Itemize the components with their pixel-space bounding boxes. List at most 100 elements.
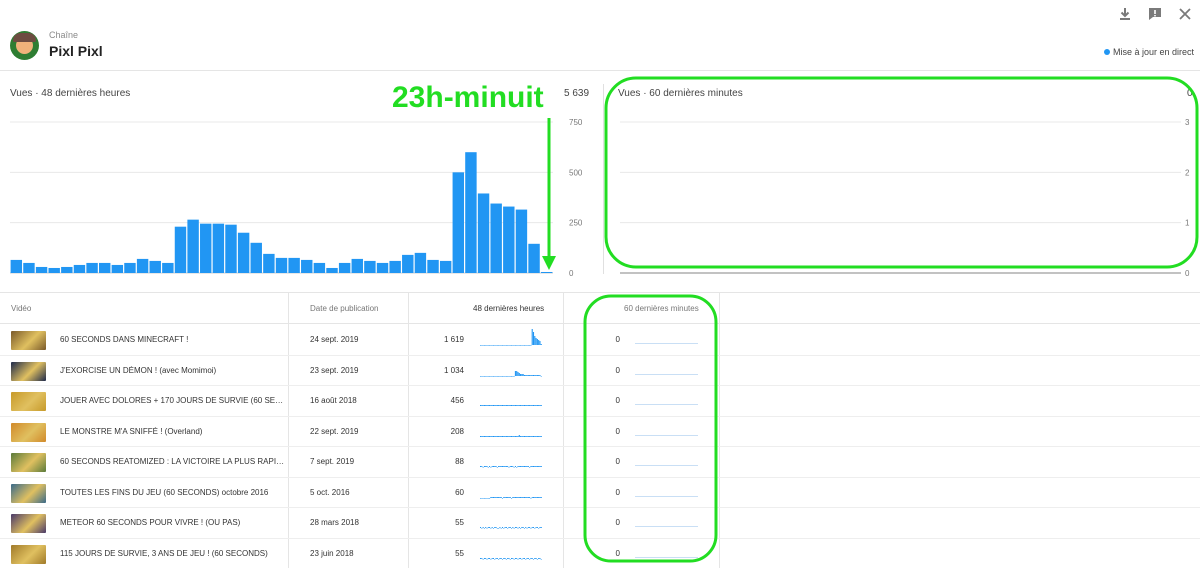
sparkline-bar [504,496,506,498]
table-row[interactable]: LE MONSTRE M'A SNIFFÉ ! (Overland) 22 sep… [0,417,1200,447]
sparkline-bar [534,374,536,376]
table-row[interactable]: 115 JOURS DE SURVIE, 3 ANS DE JEU ! (60 … [0,539,1200,568]
video-title[interactable]: TOUTES LES FINS DU JEU (60 SECONDS) octo… [60,488,286,497]
sparkline-bar [486,375,488,377]
sparkline-bar [534,336,536,345]
video-title[interactable]: METEOR 60 SECONDS POUR VIVRE ! (OU PAS) [60,518,286,527]
table-row[interactable]: TOUTES LES FINS DU JEU (60 SECONDS) octo… [0,478,1200,508]
table-row[interactable]: 60 SECONDS DANS MINECRAFT ! 24 sept. 2019… [0,325,1200,356]
sparkline-60min [635,404,698,405]
video-title[interactable]: 115 JOURS DE SURVIE, 3 ANS DE JEU ! (60 … [60,549,286,558]
sparkline-bar [485,405,487,406]
chart48-bar [149,260,161,273]
sparkline-bar [536,466,538,467]
video-thumbnail[interactable] [11,331,46,350]
video-thumbnail[interactable] [11,392,46,411]
video-thumbnail[interactable] [11,422,46,442]
chart48-bar [98,262,111,273]
sparkline-bar [526,528,528,529]
publish-date: 22 sept. 2019 [310,426,359,436]
sparkline-bar [507,528,509,529]
video-title[interactable]: J'EXORCISE UN DÉMON ! (avec Momimoi) [60,366,286,375]
chart48-bar [162,262,174,273]
col-header-views48[interactable]: 48 dernières heures [473,304,544,313]
sparkline-bar [521,435,523,437]
download-icon[interactable] [1117,6,1133,22]
sparkline-60min [635,556,698,558]
video-title[interactable]: LE MONSTRE M'A SNIFFÉ ! (Overland) [60,427,286,436]
video-title[interactable]: JOUER AVEC DOLORES + 170 JOURS DE SURVIE… [60,396,286,405]
sparkline-bar [514,496,516,498]
sparkline-bar [491,345,493,346]
sparkline-bar [538,466,540,467]
sparkline-bar [501,497,504,499]
sparkline-bar [487,345,489,346]
sparkline-bar [490,405,492,406]
col-header-video[interactable]: Vidéo [11,304,31,313]
sparkline-bar [489,497,491,499]
table-row[interactable]: 60 SECONDS REATOMIZED : LA VICTOIRE LA P… [0,447,1200,478]
sparkline-bar [522,405,524,406]
video-thumbnail[interactable] [11,483,46,503]
sparkline-bar [496,557,498,559]
sparkline-bar [481,345,483,346]
sparkline-bar [483,345,485,346]
sparkline-bar [530,435,532,437]
video-thumbnail[interactable] [11,544,46,564]
sparkline-bar [531,435,533,437]
sparkline-48h [480,329,542,346]
sparkline-bar [482,527,484,528]
video-thumbnail[interactable] [11,453,46,472]
sparkline-bar [536,374,538,376]
sparkline-60min [635,465,698,466]
sparkline-bar [522,527,524,528]
chart48-bar [136,258,149,273]
sparkline-bar [501,345,504,346]
sparkline-bar [527,557,529,559]
sparkline-bar [511,466,513,467]
sparkline-bar [538,405,540,406]
sparkline-bar [527,374,529,376]
sparkline-bar [480,557,482,559]
publish-date: 24 sept. 2019 [310,335,359,344]
sparkline-bar [504,375,506,377]
video-thumbnail[interactable] [11,361,46,381]
table-row[interactable]: METEOR 60 SECONDS POUR VIVRE ! (OU PAS) 2… [0,508,1200,539]
sparkline-bar [501,405,504,406]
publish-date: 23 sept. 2019 [310,365,359,375]
chart60: 3 2 1 0 [620,118,1190,278]
col-header-date[interactable]: Date de publication [310,304,379,313]
sparkline-bar [534,557,536,559]
sparkline-bar [496,345,498,346]
sparkline-bar [536,405,538,406]
sparkline-bar [531,557,533,559]
views-48h: 208 [450,426,464,436]
sparkline-bar [517,405,519,406]
sparkline-bar [508,435,510,437]
sparkline-bar [513,405,515,406]
sparkline-bar [504,345,506,346]
table-row[interactable]: JOUER AVEC DOLORES + 170 JOURS DE SURVIE… [0,386,1200,417]
sparkline-bar [521,405,523,406]
chart60-tick-label: 2 [1185,168,1190,177]
sparkline-bar [529,467,531,468]
feedback-icon[interactable] [1147,6,1163,22]
close-icon[interactable] [1177,6,1193,22]
video-thumbnail[interactable] [11,514,46,533]
sparkline-bar [530,528,532,529]
video-title[interactable]: 60 SECONDS REATOMIZED : LA VICTOIRE LA P… [60,457,286,466]
sparkline-bar [507,466,509,467]
sparkline-bar [517,558,519,560]
sparkline-bar [536,558,538,560]
sparkline-bar [513,467,515,468]
chart48-bar [351,258,363,273]
chart48-bar [338,262,351,273]
sparkline-bar [531,527,533,528]
video-title[interactable]: 60 SECONDS DANS MINECRAFT ! [60,335,286,344]
table-row[interactable]: J'EXORCISE UN DÉMON ! (avec Momimoi) 23 s… [0,356,1200,386]
col-header-views60[interactable]: 60 dernières minutes [624,304,699,313]
sparkline-bar [518,434,520,437]
sparkline-bar [485,375,487,377]
chart48-total: 5 639 [564,88,590,99]
sparkline-48h [480,496,542,499]
